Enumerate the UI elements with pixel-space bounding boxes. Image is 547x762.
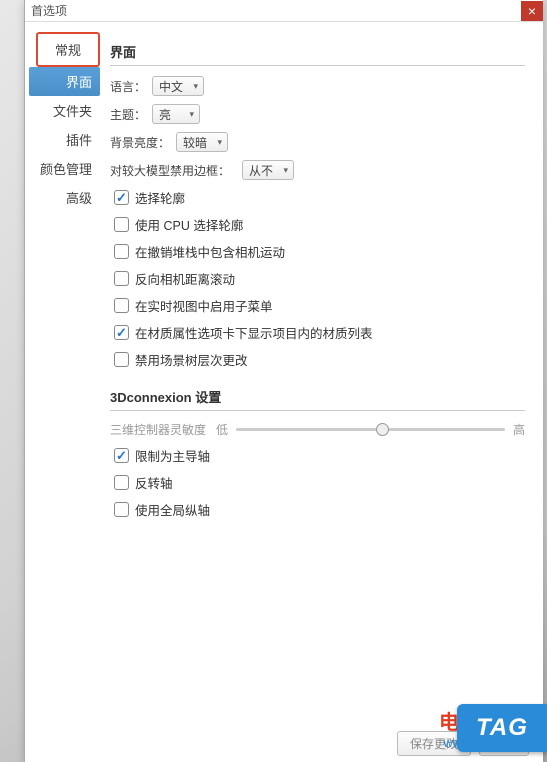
slider-label: 三维控制器灵敏度 (110, 421, 206, 438)
checkbox[interactable] (114, 217, 129, 232)
close-button[interactable]: × (521, 1, 543, 21)
checkbox[interactable] (114, 352, 129, 367)
checkbox[interactable] (114, 190, 129, 205)
slider-low: 低 (216, 421, 228, 438)
checkbox-label: 在材质属性选项卡下显示项目内的材质列表 (135, 323, 373, 342)
check-row: 反转轴 (110, 473, 525, 492)
check-row: 限制为主导轴 (110, 446, 525, 465)
sidebar-item-plugins[interactable]: 插件 (25, 125, 100, 154)
slider-high: 高 (513, 421, 525, 438)
checkbox-label: 反向相机距离滚动 (135, 269, 235, 288)
checkbox[interactable] (114, 271, 129, 286)
checkbox-label: 选择轮廓 (135, 188, 185, 207)
checkbox-label: 反转轴 (135, 473, 173, 492)
check-row: 选择轮廓 (110, 188, 525, 207)
content-panel: 界面 语言： 中文 主题： 亮 背景亮度： 较暗 对较大模型禁用边框： 从不 选… (100, 22, 543, 762)
sidebar: 常规 界面 文件夹 插件 颜色管理 高级 (25, 22, 100, 762)
edge-label: 对较大模型禁用边框： (110, 162, 242, 179)
sidebar-item-color[interactable]: 颜色管理 (25, 154, 100, 183)
language-select[interactable]: 中文 (152, 76, 204, 96)
check-row: 在材质属性选项卡下显示项目内的材质列表 (110, 323, 525, 342)
checkbox-label: 限制为主导轴 (135, 446, 210, 465)
theme-label: 主题： (110, 106, 152, 123)
edge-select[interactable]: 从不 (242, 160, 294, 180)
checkbox[interactable] (114, 298, 129, 313)
checkbox-label: 在实时视图中启用子菜单 (135, 296, 273, 315)
checkbox[interactable] (114, 448, 129, 463)
checkbox-label: 使用 CPU 选择轮廓 (135, 215, 243, 234)
sidebar-item-folders[interactable]: 文件夹 (25, 96, 100, 125)
section-3d-title: 3Dconnexion 设置 (110, 387, 525, 411)
theme-select[interactable]: 亮 (152, 104, 200, 124)
language-label: 语言： (110, 78, 152, 95)
checkbox-label: 使用全局纵轴 (135, 500, 210, 519)
check-row: 在实时视图中启用子菜单 (110, 296, 525, 315)
checkbox-label: 禁用场景树层次更改 (135, 350, 248, 369)
sensitivity-slider[interactable] (236, 428, 505, 431)
checkbox-label: 在撤销堆栈中包含相机运动 (135, 242, 285, 261)
check-row: 在撤销堆栈中包含相机运动 (110, 242, 525, 261)
bgbright-select[interactable]: 较暗 (176, 132, 228, 152)
sidebar-item-interface[interactable]: 界面 (29, 67, 100, 96)
check-row: 使用全局纵轴 (110, 500, 525, 519)
check-row: 反向相机距离滚动 (110, 269, 525, 288)
sidebar-item-advanced[interactable]: 高级 (25, 183, 100, 212)
section-interface-title: 界面 (110, 42, 525, 66)
window-title: 首选项 (31, 2, 67, 19)
titlebar: 首选项 × (25, 0, 543, 22)
preferences-window: 首选项 × 常规 界面 文件夹 插件 颜色管理 高级 界面 语言： 中文 主题：… (24, 0, 543, 762)
tag-badge: TAG (457, 704, 547, 752)
bgbright-label: 背景亮度： (110, 134, 176, 151)
checkbox[interactable] (114, 475, 129, 490)
sidebar-item-general[interactable]: 常规 (36, 32, 100, 67)
check-row: 禁用场景树层次更改 (110, 350, 525, 369)
slider-thumb[interactable] (376, 423, 389, 436)
checkbox[interactable] (114, 502, 129, 517)
checkbox[interactable] (114, 325, 129, 340)
checkbox[interactable] (114, 244, 129, 259)
check-row: 使用 CPU 选择轮廓 (110, 215, 525, 234)
